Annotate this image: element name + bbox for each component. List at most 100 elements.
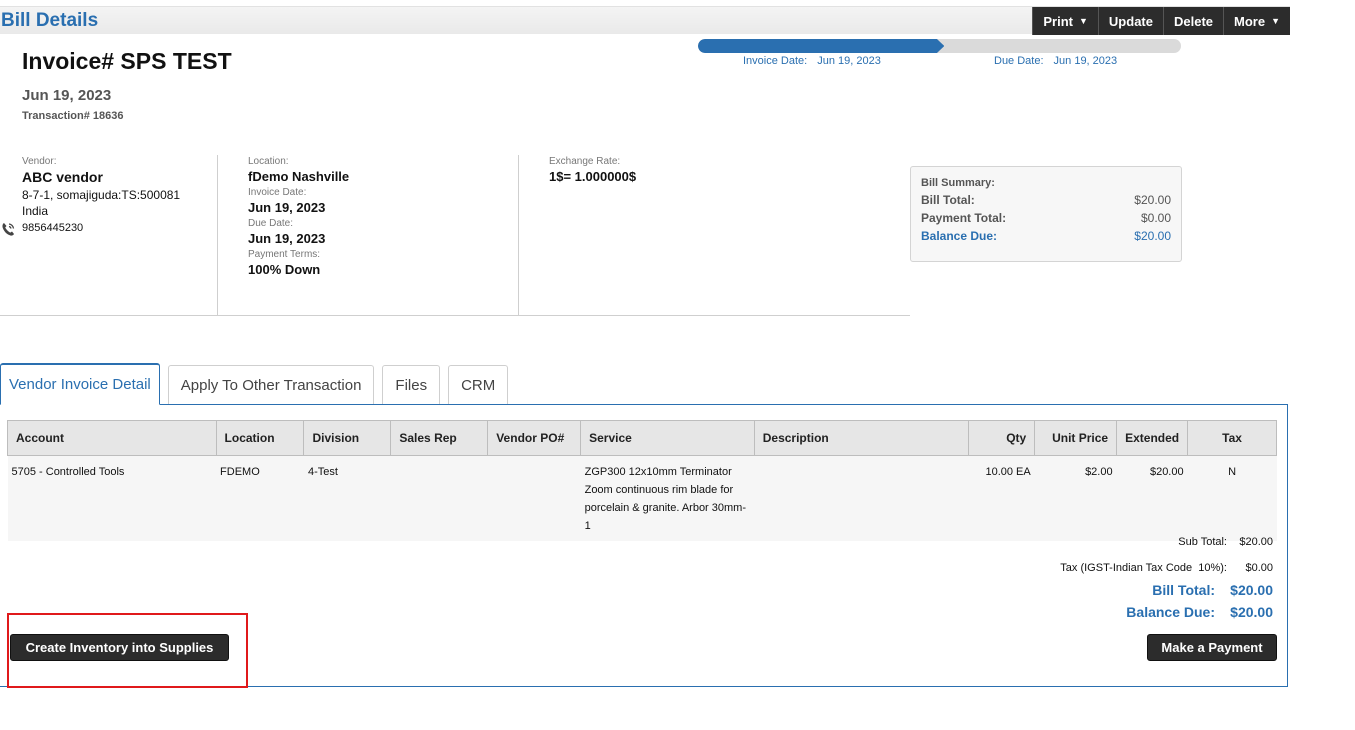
progress-due-date-value: Jun 19, 2023 <box>1053 55 1118 67</box>
bill-total-row: Bill Total: $20.00 <box>1152 582 1273 598</box>
payment-terms-label: Payment Terms: <box>248 249 321 260</box>
progress-invoice-date-label: Invoice Date: <box>743 55 808 67</box>
column-header-unit-price[interactable]: Unit Price <box>1034 420 1118 456</box>
print-button-label: Print <box>1043 13 1073 29</box>
table-header-row: Account Location Division Sales Rep Vend… <box>7 420 1277 456</box>
invoice-date: Jun 19, 2023 <box>22 87 112 104</box>
cell-vendor-po <box>487 455 581 541</box>
summary-bill-total: Bill Total: $20.00 <box>921 191 1171 209</box>
column-header-account[interactable]: Account <box>7 420 217 456</box>
progress-due-date-label: Due Date: <box>994 55 1044 67</box>
tab-vendor-invoice-detail[interactable]: Vendor Invoice Detail <box>0 363 160 405</box>
exchange-rate-label: Exchange Rate: <box>549 156 621 167</box>
exchange-column: Exchange Rate: 1$= 1.000000$ <box>518 155 818 315</box>
invoice-title: Invoice# SPS TEST <box>22 48 232 74</box>
date-progress-bar <box>698 39 1181 53</box>
column-header-location[interactable]: Location <box>215 420 305 456</box>
bill-total-value: $20.00 <box>1230 582 1273 598</box>
summary-payment-total-value: $0.00 <box>1140 211 1171 225</box>
tab-crm[interactable]: CRM <box>448 365 509 405</box>
tab-apply-to-other-transaction[interactable]: Apply To Other Transaction <box>167 365 375 405</box>
summary-balance-due: Balance Due: $20.00 <box>921 227 1171 245</box>
column-header-division[interactable]: Division <box>303 420 392 456</box>
column-header-service[interactable]: Service <box>580 420 755 456</box>
column-header-tax[interactable]: Tax <box>1187 420 1277 456</box>
progress-invoice-date: Invoice Date: Jun 19, 2023 <box>743 55 881 67</box>
delete-button[interactable]: Delete <box>1162 7 1224 35</box>
make-payment-button[interactable]: Make a Payment <box>1147 634 1277 661</box>
sub-total-row: Sub Total: $20.00 <box>1178 536 1273 548</box>
page-title: Bill Details <box>1 10 99 31</box>
tax-row: Tax (IGST-Indian Tax Code 10%): $0.00 <box>1060 562 1273 574</box>
balance-due-row: Balance Due: $20.00 <box>1126 604 1273 620</box>
detail-tabs: Vendor Invoice Detail Apply To Other Tra… <box>0 363 516 405</box>
balance-due-label: Balance Due: <box>1126 604 1215 620</box>
location-label: Location: <box>248 156 289 167</box>
header-bar: Bill Details Print ▼ Update Delete More … <box>0 6 1290 35</box>
column-header-sales-rep[interactable]: Sales Rep <box>390 420 489 456</box>
more-button[interactable]: More ▼ <box>1223 7 1290 35</box>
exchange-rate-value: 1$= 1.000000$ <box>549 169 637 184</box>
table-row: 5705 - Controlled Tools FDEMO 4-Test ZGP… <box>7 455 1277 541</box>
column-header-qty[interactable]: Qty <box>968 420 1036 456</box>
more-button-label: More <box>1234 13 1266 29</box>
toolbar: Print ▼ Update Delete More ▼ <box>1032 7 1290 35</box>
cell-unit-price: $2.00 <box>1034 455 1117 541</box>
column-header-description[interactable]: Description <box>753 420 970 456</box>
vendor-phone: 9856445230 <box>22 222 84 234</box>
invoice-date-label: Invoice Date: <box>248 187 307 198</box>
summary-balance-due-label: Balance Due: <box>921 229 998 243</box>
caret-down-icon: ▼ <box>1079 16 1088 26</box>
vendor-phone-row: 9856445230 <box>2 222 217 236</box>
bill-summary: Bill Summary: Bill Total: $20.00 Payment… <box>910 166 1182 262</box>
summary-payment-total: Payment Total: $0.00 <box>921 209 1171 227</box>
vendor-country: India <box>22 204 49 218</box>
summary-payment-total-label: Payment Total: <box>921 211 1007 225</box>
cell-division: 4-Test <box>303 455 391 541</box>
phone-icon <box>2 223 15 236</box>
annotation-highlight-box <box>7 613 248 688</box>
vendor-column: Vendor: ABC vendor 8-7-1, somajiguda:TS:… <box>2 155 217 315</box>
column-header-extended[interactable]: Extended <box>1116 420 1189 456</box>
transaction-number: Transaction# 18636 <box>22 110 124 122</box>
cell-description <box>754 455 969 541</box>
summary-bill-total-value: $20.00 <box>1134 193 1171 207</box>
location-value: fDemo Nashville <box>248 169 350 184</box>
update-button-label: Update <box>1108 13 1153 29</box>
cell-account: 5705 - Controlled Tools <box>7 455 217 541</box>
vendor-label: Vendor: <box>22 156 57 167</box>
vendor-name: ABC vendor <box>22 169 103 185</box>
cell-tax: N <box>1187 455 1277 541</box>
bill-total-label: Bill Total: <box>1152 582 1215 598</box>
cell-service: ZGP300 12x10mm Terminator Zoom continuou… <box>580 455 755 541</box>
cell-extended: $20.00 <box>1116 455 1188 541</box>
vendor-address: 8-7-1, somajiguda:TS:500081 <box>22 188 181 202</box>
invoice-date-value: Jun 19, 2023 <box>248 200 326 215</box>
summary-bill-total-label: Bill Total: <box>921 193 975 207</box>
cell-sales-rep <box>390 455 488 541</box>
progress-due-date: Due Date: Jun 19, 2023 <box>994 55 1117 67</box>
summary-balance-due-value: $20.00 <box>1134 229 1171 243</box>
update-button[interactable]: Update <box>1097 7 1163 35</box>
bill-info-area: Vendor: ABC vendor 8-7-1, somajiguda:TS:… <box>0 155 910 316</box>
tax-label: Tax (IGST-Indian Tax Code 10%): <box>1060 562 1227 574</box>
delete-button-label: Delete <box>1173 13 1214 29</box>
line-items-table: Account Location Division Sales Rep Vend… <box>7 420 1277 541</box>
due-date-value: Jun 19, 2023 <box>248 231 326 246</box>
bill-summary-title: Bill Summary: <box>921 177 995 189</box>
date-progress-fill <box>698 39 945 53</box>
balance-due-value: $20.00 <box>1230 604 1273 620</box>
tax-value: $0.00 <box>1245 562 1273 574</box>
progress-invoice-date-value: Jun 19, 2023 <box>817 55 881 67</box>
cell-qty: 10.00 EA <box>968 455 1035 541</box>
cell-location: FDEMO <box>216 455 304 541</box>
sub-total-value: $20.00 <box>1239 536 1273 548</box>
payment-terms-value: 100% Down <box>248 262 321 277</box>
due-date-label: Due Date: <box>248 218 294 229</box>
location-column: Location: fDemo Nashville Invoice Date: … <box>217 155 518 315</box>
caret-down-icon: ▼ <box>1271 16 1280 26</box>
print-button[interactable]: Print ▼ <box>1032 7 1098 35</box>
sub-total-label: Sub Total: <box>1178 536 1227 548</box>
tab-files[interactable]: Files <box>382 365 441 405</box>
column-header-vendor-po[interactable]: Vendor PO# <box>487 420 582 456</box>
